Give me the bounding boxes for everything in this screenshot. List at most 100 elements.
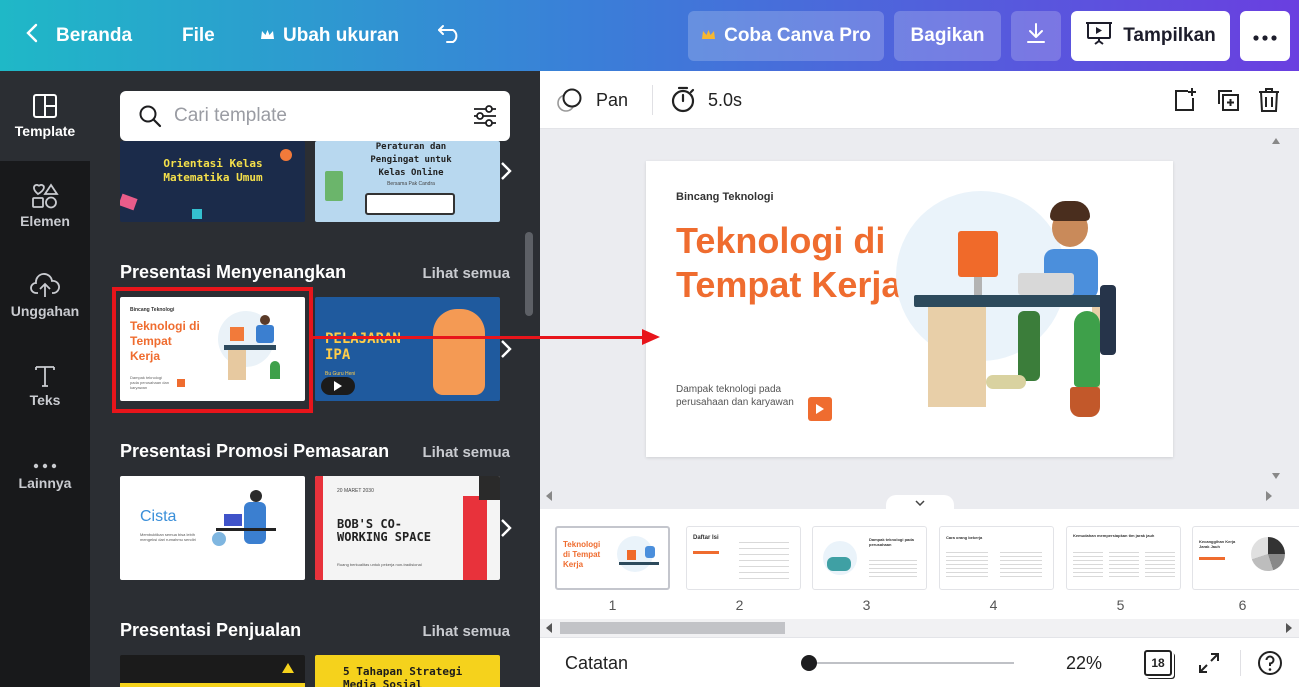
page-thumb[interactable]: Cara orang bekerja <box>939 526 1054 590</box>
scroll-up-arrow[interactable] <box>1272 138 1280 144</box>
section-title: Presentasi Promosi Pemasaran <box>120 441 390 461</box>
carousel-next-button[interactable] <box>495 508 517 548</box>
duration-label: 5.0s <box>708 89 743 110</box>
slide-play-badge[interactable] <box>808 397 832 421</box>
monitor-stand <box>974 277 982 295</box>
duplicate-page-button[interactable] <box>1215 71 1241 129</box>
page-thumb[interactable]: Dampak teknologi pada perusahaan <box>812 526 927 590</box>
duration-button[interactable]: 5.0s <box>670 71 742 129</box>
page-thumb[interactable]: Kecanggihan Kerja Jarak Jauh <box>1192 526 1299 590</box>
share-button[interactable]: Bagikan <box>894 11 1001 61</box>
help-button[interactable] <box>1257 638 1283 687</box>
carousel-next-button[interactable] <box>495 329 517 369</box>
see-all-link[interactable]: Lihat semua <box>422 444 510 461</box>
notes-label: Catatan <box>565 652 629 673</box>
template-thumb[interactable]: 5 Tahapan Strategi Media Sosial <box>315 655 500 687</box>
bear-illustration <box>433 309 485 395</box>
thumb-title: BOB'S CO-WORKING SPACE <box>337 517 431 544</box>
delete-page-button[interactable] <box>1257 71 1281 129</box>
page-thumb[interactable]: Daftar Isi <box>686 526 801 590</box>
duplicate-icon <box>1218 90 1239 111</box>
slide-subtitle[interactable]: Dampak teknologi pada perusahaan dan kar… <box>676 383 796 409</box>
add-page-icon <box>1175 88 1196 111</box>
scroll-right-arrow[interactable] <box>1266 491 1272 501</box>
try-pro-button[interactable]: Coba Canva Pro <box>688 11 884 61</box>
scroll-left-arrow[interactable] <box>546 491 552 501</box>
desk-top <box>914 295 1108 307</box>
home-label: Beranda <box>56 24 133 46</box>
rail-item-uploads[interactable]: Unggahan <box>0 251 90 341</box>
carousel-next-button[interactable] <box>495 151 517 191</box>
scooter-illustration <box>827 557 851 571</box>
search-icon <box>138 104 162 133</box>
pan-label: Pan <box>596 89 629 110</box>
highlight-box <box>112 287 313 413</box>
template-thumb[interactable]: PELAJARAN IPA Bu Guru Heni <box>315 297 500 401</box>
share-label: Bagikan <box>910 25 985 46</box>
page-thumb[interactable]: Kemudahan mempersiapkan tim jarak jauh <box>1066 526 1181 590</box>
pie-illustration <box>1251 537 1285 571</box>
zoom-slider-handle[interactable] <box>801 655 817 671</box>
download-button[interactable] <box>1011 11 1061 61</box>
present-button[interactable]: Tampilkan <box>1071 11 1230 61</box>
page-count: 18 <box>1151 656 1165 670</box>
see-all-link[interactable]: Lihat semua <box>422 265 510 282</box>
more-options-button[interactable] <box>1240 11 1290 61</box>
template-thumb[interactable]: Peraturan dan Pengingat untuk Kelas Onli… <box>315 141 500 222</box>
page-thumb-title: Cara orang bekerja <box>946 535 983 540</box>
rail-item-text[interactable]: Teks <box>0 341 90 431</box>
file-menu-button[interactable]: File <box>182 0 215 71</box>
page-filmstrip: Teknologi di Tempat Kerja 1 Daftar Isi 2… <box>540 509 1299 619</box>
monitor-illustration <box>627 550 636 560</box>
slide-kicker[interactable]: Bincang Teknologi <box>676 191 774 203</box>
scroll-down-arrow[interactable] <box>1272 473 1280 479</box>
chevron-right-icon <box>501 340 512 358</box>
zoom-slider-track[interactable] <box>808 662 1014 664</box>
thumb-subtitle: Membuktikan semua bisa lebih mengeksi da… <box>140 532 196 542</box>
see-all-link[interactable]: Lihat semua <box>422 623 510 640</box>
page-thumb-title: Teknologi di Tempat Kerja <box>563 540 601 569</box>
bottom-divider <box>1240 650 1241 676</box>
play-button[interactable] <box>321 377 355 395</box>
panel-scrollbar[interactable] <box>525 232 533 316</box>
rail-item-template[interactable]: Template <box>0 71 90 161</box>
more-icon <box>33 463 57 469</box>
template-thumb[interactable] <box>120 655 305 687</box>
thumb-title: Cista <box>140 508 177 525</box>
template-thumb[interactable]: Cista Membuktikan semua bisa lebih menge… <box>120 476 305 580</box>
decor-bar <box>693 551 719 554</box>
scrollbar-thumb[interactable] <box>560 622 785 634</box>
template-thumb[interactable]: Orientasi Kelas Matematika Umum <box>120 141 305 222</box>
laptop-illustration <box>224 514 242 526</box>
page-number: 4 <box>989 597 998 613</box>
fullscreen-button[interactable] <box>1198 638 1220 687</box>
resize-button[interactable]: Ubah ukuran <box>260 0 399 71</box>
notes-button[interactable]: Catatan <box>565 638 628 687</box>
desk-illustration <box>619 562 659 565</box>
slide-headline[interactable]: Teknologi di Tempat Kerja <box>676 219 916 307</box>
template-search[interactable] <box>120 91 510 141</box>
home-button[interactable]: Beranda <box>26 0 132 71</box>
play-icon <box>816 404 824 414</box>
page-thumb-title: Kecanggihan Kerja Jarak Jauh <box>1199 539 1236 549</box>
laptop <box>1018 273 1074 295</box>
filter-icon[interactable] <box>472 104 498 133</box>
animation-pan-button[interactable]: Pan <box>556 71 628 129</box>
elements-icon <box>32 183 59 209</box>
filmstrip-scrollbar[interactable] <box>540 619 1299 637</box>
add-page-button[interactable] <box>1172 71 1198 129</box>
undo-button[interactable] <box>437 0 463 71</box>
search-input[interactable] <box>174 91 464 141</box>
template-thumb[interactable]: 20 MARET 2030 BOB'S CO-WORKING SPACE Rua… <box>315 476 500 580</box>
scroll-right-arrow[interactable] <box>1286 623 1292 633</box>
page-grid-button[interactable]: 18 <box>1144 638 1172 687</box>
rail-item-more[interactable]: Lainnya <box>0 431 90 521</box>
rail-item-elements[interactable]: Elemen <box>0 161 90 251</box>
page-number: 1 <box>608 597 617 613</box>
scroll-left-arrow[interactable] <box>546 623 552 633</box>
zoom-level-button[interactable]: 22% <box>1066 638 1102 687</box>
plant-illustration <box>212 532 226 546</box>
page-thumb[interactable]: Teknologi di Tempat Kerja <box>555 526 670 590</box>
rail-label: Teks <box>29 392 61 408</box>
slide-canvas[interactable]: Bincang Teknologi Teknologi di Tempat Ke… <box>646 161 1173 457</box>
